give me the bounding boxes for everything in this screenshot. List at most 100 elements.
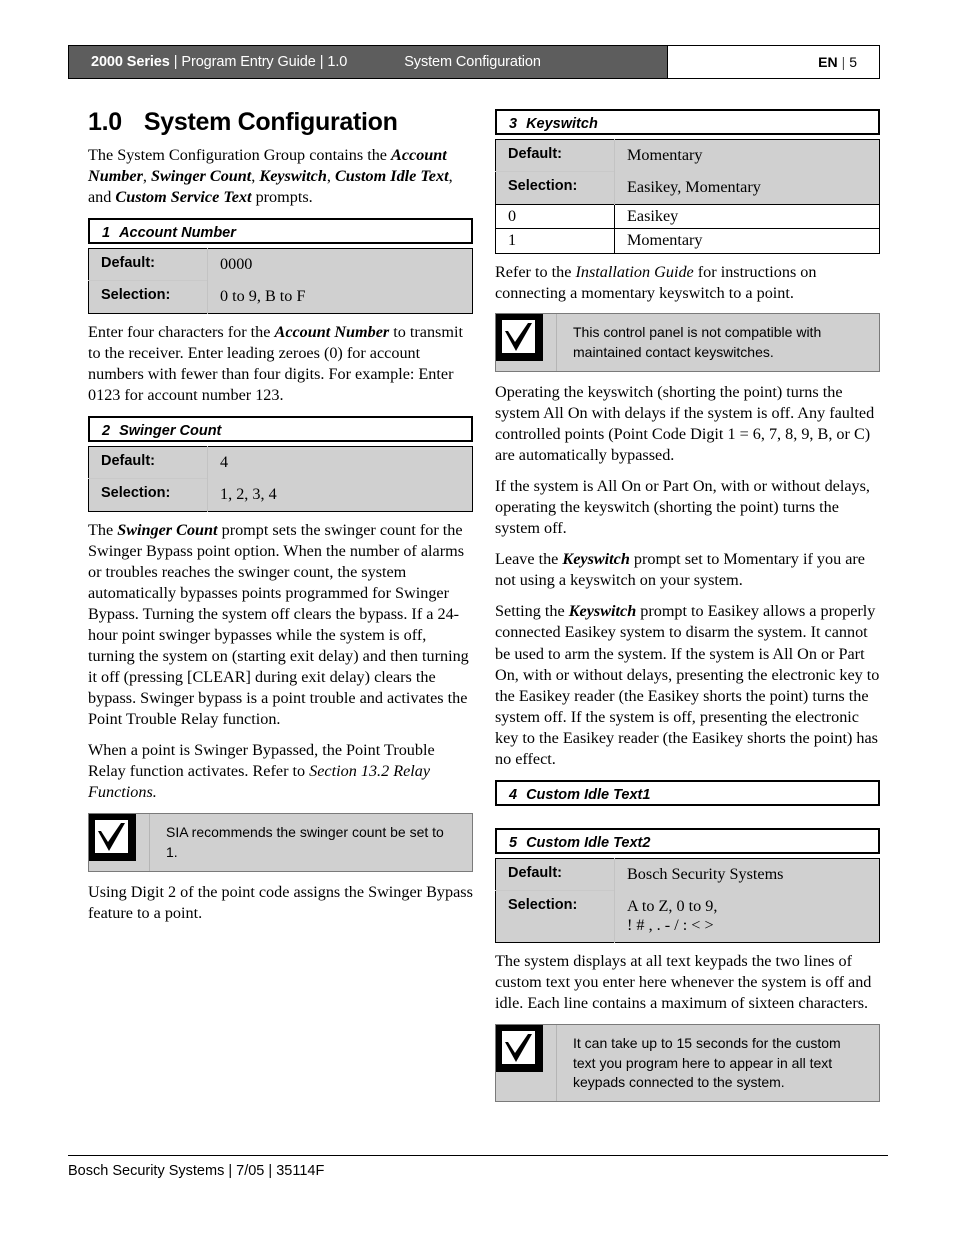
para-account-bold: Account Number xyxy=(274,322,390,341)
table-row: Selection: 1, 2, 3, 4 xyxy=(88,478,473,511)
intro-sep-1: , xyxy=(142,167,151,186)
spec-table-custom-idle-text: Default: Bosch Security Systems Selectio… xyxy=(495,857,880,944)
prompt-header-keyswitch: 3 Keyswitch xyxy=(495,109,880,135)
prompt-name-2: Swinger Count xyxy=(119,422,222,439)
paragraph-account-number: Enter four characters for the Account Nu… xyxy=(88,322,473,406)
default-label: Default: xyxy=(495,139,615,172)
default-value: Momentary xyxy=(614,139,880,172)
para-setting-text-2: prompt to Easikey allows a properly conn… xyxy=(495,602,880,768)
note-box-sia: SIA recommends the swinger count be set … xyxy=(88,813,473,872)
footer-divider xyxy=(68,1155,888,1156)
header-section-name: System Configuration xyxy=(404,54,541,70)
default-value: 0000 xyxy=(207,248,473,281)
table-row: 1 Momentary xyxy=(495,228,880,254)
selection-value: 1, 2, 3, 4 xyxy=(207,478,473,511)
table-row: Default: 0000 xyxy=(88,248,473,281)
table-row: Default: 4 xyxy=(88,446,473,479)
intro-sep-3: , xyxy=(326,167,335,186)
page-header-bar: 2000 Series | Program Entry Guide | 1.0 … xyxy=(68,45,880,79)
paragraph-operating-keyswitch: Operating the keyswitch (shorting the po… xyxy=(495,382,875,464)
prompt-number-1: 1 xyxy=(102,225,111,242)
selection-value: 0 to 9, B to F xyxy=(207,280,473,314)
header-left-block: 2000 Series | Program Entry Guide | 1.0 … xyxy=(69,46,667,78)
prompt-header-custom-idle-text1: 4 Custom Idle Text1 xyxy=(495,779,880,806)
prompt-name-4: Custom Idle Text1 xyxy=(526,786,651,803)
footer-text: Bosch Security Systems | 7/05 | 35114F xyxy=(68,1163,325,1179)
para-setting-text-1: Setting the xyxy=(495,602,569,621)
selection-value-line1: A to Z, 0 to 9, xyxy=(627,896,718,915)
paragraph-system-displays: The system displays at all text keypads … xyxy=(495,952,872,1013)
prompt-number-4: 4 xyxy=(509,786,518,803)
table-row: Default: Momentary xyxy=(495,139,880,172)
prompt-name-1: Account Number xyxy=(119,225,236,242)
para-refer-text-1: Refer to the xyxy=(495,263,576,282)
option-code: 1 xyxy=(495,228,615,254)
intro-bold-custom-service-text: Custom Service Text xyxy=(115,188,252,207)
default-label: Default: xyxy=(88,446,208,479)
checkmark-box-icon xyxy=(89,814,136,862)
para-setting-bold: Keyswitch xyxy=(568,602,637,621)
header-brand: 2000 Series xyxy=(91,54,170,70)
note-box-15-seconds: It can take up to 15 seconds for the cus… xyxy=(495,1024,880,1103)
table-row: Selection: 0 to 9, B to F xyxy=(88,280,473,314)
note-text-sia: SIA recommends the swinger count be set … xyxy=(166,824,444,860)
selection-label: Selection: xyxy=(88,478,208,511)
spec-table-swinger-count: Default: 4 Selection: 1, 2, 3, 4 xyxy=(88,445,473,512)
selection-label: Selection: xyxy=(495,171,615,205)
default-label: Default: xyxy=(88,248,208,281)
intro-bold-keyswitch: Keyswitch xyxy=(259,167,327,186)
checkmark-box-icon xyxy=(496,1025,543,1073)
header-divider-3: | xyxy=(841,54,846,70)
header-guide-name: Program Entry Guide xyxy=(181,54,316,70)
para-account-text-1: Enter four characters for the xyxy=(88,322,275,341)
para-swinger-text-1: The xyxy=(88,520,118,539)
para-refer-italic-guide: Installation Guide xyxy=(575,263,694,282)
prompt-name-5: Custom Idle Text2 xyxy=(526,834,651,851)
intro-tail: prompts. xyxy=(251,188,313,207)
selection-value: Easikey, Momentary xyxy=(614,171,880,205)
note-icon-wrapper xyxy=(496,314,557,371)
para-leave-text-1: Leave the xyxy=(495,550,563,569)
page-number: 5 xyxy=(849,54,857,70)
checkmark-box-icon xyxy=(496,314,543,362)
right-column: 3 Keyswitch Default: Momentary Selection:… xyxy=(495,105,880,1112)
paragraph-setting-keyswitch-easikey: Setting the Keyswitch prompt to Easikey … xyxy=(495,601,880,770)
header-right-block: EN | 5 xyxy=(667,46,879,78)
intro-bold-custom-idle-text: Custom Idle Text xyxy=(334,167,449,186)
table-row: Selection: A to Z, 0 to 9, ! # , . - / :… xyxy=(495,890,880,943)
selection-label: Selection: xyxy=(88,280,208,314)
para-swinger-bold: Swinger Count xyxy=(117,520,218,539)
option-value: Momentary xyxy=(614,228,880,254)
header-language: EN xyxy=(818,54,838,70)
para-leave-bold: Keyswitch xyxy=(562,550,630,569)
table-row: 0 Easikey xyxy=(495,203,880,229)
option-code: 0 xyxy=(495,203,615,229)
prompt-header-account-number: 1 Account Number xyxy=(88,218,473,245)
table-row: Default: Bosch Security Systems xyxy=(495,858,880,891)
note-text-15-seconds: It can take up to 15 seconds for the cus… xyxy=(573,1035,841,1090)
header-divider-2: | xyxy=(319,54,324,70)
note-box-keyswitch-compat: This control panel is not compatible wit… xyxy=(495,313,880,372)
prompt-header-custom-idle-text2: 5 Custom Idle Text2 xyxy=(495,827,880,854)
page-title: 1.0 System Configuration xyxy=(88,108,473,137)
section-number: 1.0 xyxy=(88,108,122,136)
option-value: Easikey xyxy=(614,203,880,229)
header-version: 1.0 xyxy=(327,54,348,70)
paragraph-leave-keyswitch: Leave the Keyswitch prompt set to Moment… xyxy=(495,549,880,591)
paragraph-digit2: Using Digit 2 of the point code assigns … xyxy=(88,882,473,922)
default-label: Default: xyxy=(495,858,615,891)
spec-table-account-number: Default: 0000 Selection: 0 to 9, B to F xyxy=(88,248,473,314)
left-column: 1.0 System Configuration The System Confi… xyxy=(88,108,473,934)
intro-paragraph: The System Configuration Group contains … xyxy=(88,145,473,208)
prompt-number-3: 3 xyxy=(509,116,518,132)
default-value: Bosch Security Systems xyxy=(614,858,880,891)
table-row: Selection: Easikey, Momentary xyxy=(495,171,880,205)
intro-bold-swinger-count: Swinger Count xyxy=(150,167,252,186)
para-swinger-text-2: prompt sets the swinger count for the Sw… xyxy=(88,520,469,729)
note-text-keyswitch-compat: This control panel is not compatible wit… xyxy=(573,324,822,360)
note-icon-wrapper xyxy=(89,814,150,871)
paragraph-refer-installation: Refer to the Installation Guide for inst… xyxy=(495,262,880,304)
default-value: 4 xyxy=(207,446,473,479)
note-icon-wrapper xyxy=(496,1025,557,1102)
selection-value-line2: ! # , . - / : < > xyxy=(627,916,714,935)
